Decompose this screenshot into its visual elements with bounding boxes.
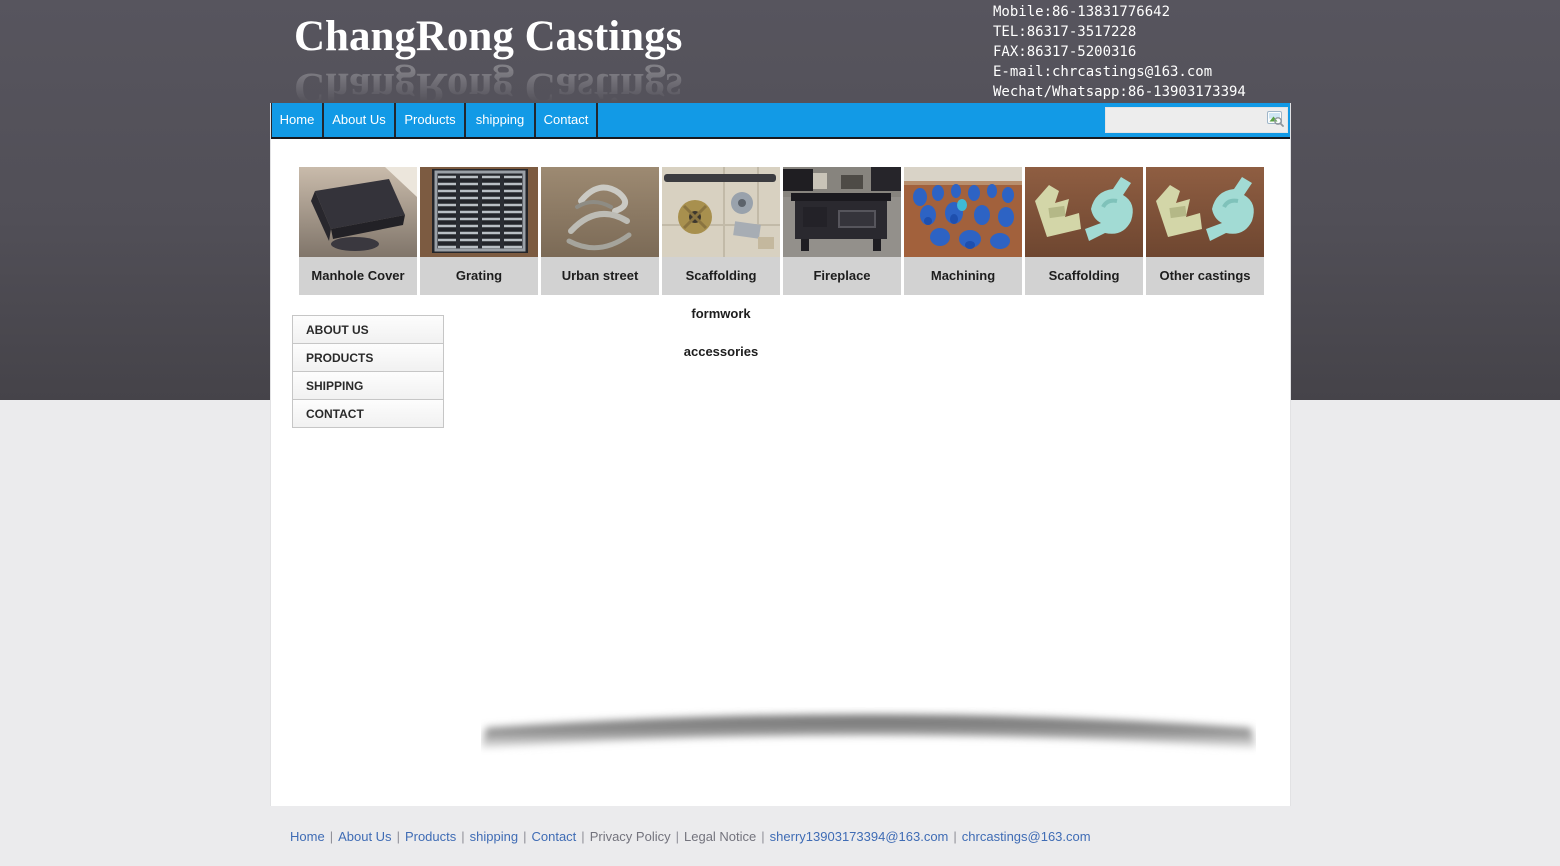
contact-line-email: E-mail:chrcastings@163.com [993, 62, 1246, 82]
footer-separator: | [461, 829, 464, 844]
nav-item-about-us[interactable]: About Us [324, 103, 396, 137]
product-caption: Urban street [541, 257, 659, 295]
contact-info: Mobile:86-13831776642 TEL:86317-3517228 … [993, 2, 1246, 102]
footer-separator: | [523, 829, 526, 844]
footer-link-email-sherry[interactable]: sherry13903173394@163.com [770, 829, 949, 844]
footer-link-privacy-policy[interactable]: Privacy Policy [590, 829, 671, 844]
content-column: Home About Us Products shipping Contact [270, 103, 1291, 806]
product-card-manhole-cover[interactable]: Manhole Cover [299, 167, 417, 295]
other-castings-image [1146, 167, 1264, 257]
grating-image [420, 167, 538, 257]
sidebar-item-about-us[interactable]: ABOUT US [292, 315, 444, 344]
sidebar-item-contact[interactable]: CONTACT [292, 399, 444, 428]
product-card-grating[interactable]: Grating [420, 167, 538, 295]
contact-line-tel: TEL:86317-3517228 [993, 22, 1246, 42]
logo[interactable]: ChangRong Castings [294, 12, 682, 62]
product-card-urban-street[interactable]: Scaffolding formwork accessories Urban s… [541, 167, 659, 295]
sidebar-menu: ABOUT US PRODUCTS SHIPPING CONTACT [292, 315, 444, 428]
scaffolding-clamps-image [1025, 167, 1143, 257]
footer-separator: | [676, 829, 679, 844]
footer-link-legal-notice[interactable]: Legal Notice [684, 829, 756, 844]
footer-link-products[interactable]: Products [405, 829, 456, 844]
manhole-cover-image [299, 167, 417, 257]
product-card-fireplace[interactable]: Fireplace [783, 167, 901, 295]
product-card-scaffolding-formwork[interactable]: Scaffolding formwork accessories [662, 167, 780, 295]
footer-separator: | [397, 829, 400, 844]
footer-link-email-chrcastings[interactable]: chrcastings@163.com [962, 829, 1091, 844]
product-caption: Machining [904, 257, 1022, 295]
search-box [1105, 107, 1288, 133]
footer-link-home[interactable]: Home [290, 829, 325, 844]
search-input[interactable] [1106, 108, 1276, 132]
footer-separator: | [953, 829, 956, 844]
footer-shadow [481, 707, 1256, 755]
fireplace-image [783, 167, 901, 257]
contact-line-wechat: Wechat/Whatsapp:86-13903173394 [993, 82, 1246, 102]
nav-item-contact[interactable]: Contact [536, 103, 598, 137]
product-card-machining[interactable]: Machining [904, 167, 1022, 295]
footer: Home | About Us | Products | shipping | Contact |… [290, 829, 1091, 844]
nav-item-products[interactable]: Products [396, 103, 466, 137]
product-card-other-castings[interactable]: Other castings [1146, 167, 1264, 295]
page: ChangRong Castings ChangRong Castings Mo… [0, 0, 1560, 866]
footer-link-about-us[interactable]: About Us [338, 829, 391, 844]
nav-item-home[interactable]: Home [271, 103, 324, 137]
broken-image-icon[interactable] [1267, 111, 1284, 128]
product-caption: Fireplace [783, 257, 901, 295]
product-caption: Scaffolding formwork accessories [662, 257, 780, 295]
nav-item-shipping[interactable]: shipping [466, 103, 536, 137]
footer-separator: | [330, 829, 333, 844]
urban-street-image [541, 167, 659, 257]
product-caption: Scaffolding [1025, 257, 1143, 295]
footer-link-shipping[interactable]: shipping [470, 829, 518, 844]
product-caption: Grating [420, 257, 538, 295]
footer-separator: | [761, 829, 764, 844]
product-card-scaffolding[interactable]: Scaffolding [1025, 167, 1143, 295]
products-row: Manhole Cover [299, 167, 1264, 295]
navbar: Home About Us Products shipping Contact [271, 103, 1290, 139]
sidebar-item-shipping[interactable]: SHIPPING [292, 371, 444, 400]
product-caption: Manhole Cover [299, 257, 417, 295]
contact-line-mobile: Mobile:86-13831776642 [993, 2, 1246, 22]
scaffolding-formwork-image [662, 167, 780, 257]
footer-link-contact[interactable]: Contact [531, 829, 576, 844]
sidebar-item-products[interactable]: PRODUCTS [292, 343, 444, 372]
product-caption: Other castings [1146, 257, 1264, 295]
contact-line-fax: FAX:86317-5200316 [993, 42, 1246, 62]
machining-image [904, 167, 1022, 257]
footer-separator: | [581, 829, 584, 844]
